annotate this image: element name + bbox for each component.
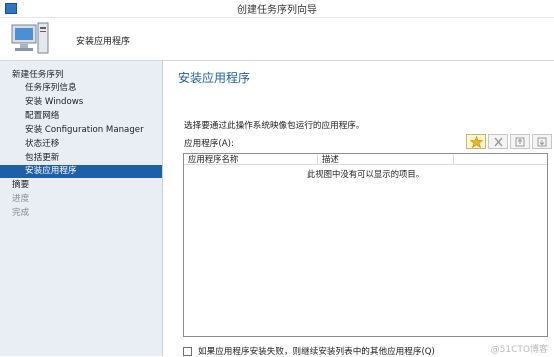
app-window-icon bbox=[5, 3, 17, 14]
applications-label: 应用程序(A): bbox=[184, 139, 234, 149]
move-up-button[interactable] bbox=[510, 134, 530, 149]
add-star-icon bbox=[470, 136, 483, 148]
nav-step-summary[interactable]: 摘要 bbox=[12, 179, 29, 192]
page-title: 安装应用程序 bbox=[178, 71, 251, 85]
nav-step-completion: 完成 bbox=[12, 208, 30, 218]
delete-x-icon bbox=[494, 137, 503, 147]
wizard-step-nav: 新建任务序列 任务序列信息 安装 Windows 配置网络 安装 Configu… bbox=[0, 61, 163, 356]
nav-step-task-sequence-info[interactable]: 任务序列信息 bbox=[25, 82, 77, 95]
list-header: 应用程序名称 描述 bbox=[184, 154, 547, 165]
header-title: 安装应用程序 bbox=[76, 37, 131, 47]
nav-step-install-windows[interactable]: 安装 Windows bbox=[25, 96, 83, 109]
nav-step-state-migration[interactable]: 状态迁移 bbox=[25, 138, 59, 151]
page-description: 选择要通过此操作系统映像包运行的应用程序。 bbox=[184, 121, 365, 131]
nav-step-install-applications[interactable]: 安装应用程序 bbox=[0, 165, 162, 178]
move-down-icon bbox=[537, 137, 547, 147]
computer-icon bbox=[11, 22, 49, 54]
nav-step-include-updates[interactable]: 包括更新 bbox=[25, 152, 59, 165]
list-toolbar bbox=[466, 134, 552, 149]
add-application-button[interactable] bbox=[466, 134, 486, 149]
watermark: @51CTO博客 bbox=[490, 345, 548, 355]
continue-on-failure-checkbox[interactable] bbox=[183, 346, 192, 356]
continue-on-failure-option[interactable]: 如果应用程序安装失败，则继续安装列表中的其他应用程序(Q) bbox=[183, 345, 435, 357]
move-up-icon bbox=[515, 137, 525, 147]
empty-list-message: 此视图中没有可以显示的项目。 bbox=[306, 169, 425, 179]
continue-on-failure-label: 如果应用程序安装失败，则继续安装列表中的其他应用程序(Q) bbox=[198, 347, 435, 357]
remove-application-button[interactable] bbox=[488, 134, 508, 149]
column-header-description[interactable]: 描述 bbox=[318, 154, 454, 165]
column-header-app-name[interactable]: 应用程序名称 bbox=[184, 154, 318, 165]
applications-list[interactable]: 应用程序名称 描述 此视图中没有可以显示的项目。 bbox=[183, 153, 548, 337]
move-down-button[interactable] bbox=[532, 134, 552, 149]
wizard-header: 安装应用程序 bbox=[0, 18, 554, 61]
window-title: 创建任务序列向导 bbox=[237, 5, 317, 16]
nav-step-new-task-sequence[interactable]: 新建任务序列 bbox=[12, 69, 64, 82]
nav-step-configure-network[interactable]: 配置网络 bbox=[25, 110, 59, 123]
wizard-content: 安装应用程序 选择要通过此操作系统映像包运行的应用程序。 应用程序(A): 应用… bbox=[164, 61, 554, 357]
title-bar: 创建任务序列向导 bbox=[0, 0, 554, 18]
nav-step-install-configmgr[interactable]: 安装 Configuration Manager bbox=[25, 124, 144, 137]
nav-step-progress: 进度 bbox=[12, 194, 30, 204]
